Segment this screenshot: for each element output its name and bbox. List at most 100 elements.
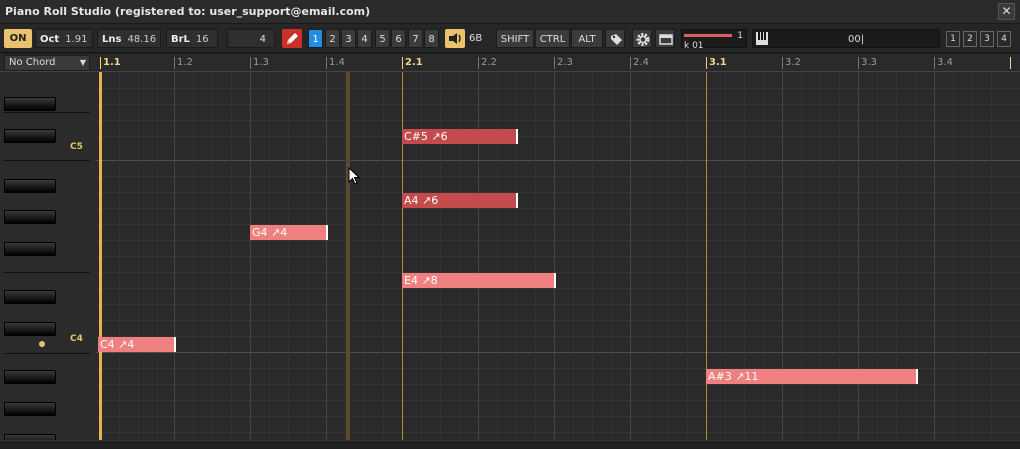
grid-sub-line [231,72,232,440]
piano-black-key[interactable] [4,97,56,111]
layer-button-3[interactable]: 3 [341,29,356,48]
note-g4[interactable]: G4 ↗4 [250,225,328,240]
pencil-tool-button[interactable] [282,29,302,48]
ruler-tick-line [782,57,783,69]
status-strip [0,440,1020,449]
layer-button-5[interactable]: 5 [375,29,390,48]
page-button-2[interactable]: 2 [963,31,977,47]
lines-control[interactable]: Lns 48.16 [97,29,161,48]
page-button-4[interactable]: 4 [997,31,1011,47]
bar-length-control[interactable]: BrL 16 [166,29,218,48]
octave-control[interactable]: Oct 1.91 [35,29,93,48]
grid-sub-line [459,72,460,440]
chord-select[interactable]: No Chord ▼ [4,55,90,71]
grid-row-line [96,88,1020,89]
speaker-button[interactable] [445,29,465,48]
shift-button[interactable]: SHIFT [496,29,534,48]
window-button[interactable] [655,29,675,48]
grid-sub-line [364,72,365,440]
playhead[interactable] [346,72,350,440]
grid-row-line [96,400,1020,401]
grid-sub-line [839,72,840,440]
grid-beat-line [174,72,175,440]
grid-sub-line [307,72,308,440]
grid-row-line [96,120,1020,121]
piano-black-key[interactable] [4,370,56,384]
snap-field[interactable]: 4 [227,29,275,48]
velocity-slider[interactable]: 1 k 01 [681,29,747,51]
note-a-sharp-3[interactable]: A#3 ↗11 [706,369,918,384]
piano-black-key[interactable] [4,129,56,143]
alt-button[interactable]: ALT [571,29,603,48]
grid-beat-line [858,72,859,440]
grid-row-line [96,256,1020,257]
grid-sub-line [801,72,802,440]
piano-black-key[interactable] [4,242,56,256]
piano-black-key[interactable] [4,402,56,416]
grid-sub-line [668,72,669,440]
piano-icon [756,32,768,45]
grid-sub-line [611,72,612,440]
grid-sub-line [592,72,593,440]
key-divider [4,112,90,113]
keyboard-input[interactable]: 00| [752,29,940,48]
grid-beat-line [934,72,935,440]
loop-start-marker[interactable] [99,72,102,440]
timeline-ruler[interactable]: No Chord ▼ 1.1 1.2 1.3 1.4 2.1 2.2 2.3 2… [0,54,1020,72]
close-button[interactable]: ✕ [998,3,1015,20]
grid-sub-line [497,72,498,440]
piano-keyboard[interactable]: C5 C4 [0,72,96,449]
sound-value[interactable]: 6B [469,29,489,48]
grid-beat-line [554,72,555,440]
piano-black-key[interactable] [4,210,56,224]
ruler-tick-line [934,57,935,69]
note-c-sharp-5[interactable]: C#5 ↗6 [402,129,518,144]
page-button-3[interactable]: 3 [980,31,994,47]
ruler-tick-label: 3.2 [785,57,801,68]
key-divider [4,353,90,354]
ruler-tick-line [250,57,251,69]
keyboard-input-value: 00| [848,34,865,45]
piano-black-key[interactable] [4,290,56,304]
bar-length-value: 16 [195,34,209,45]
layer-button-2[interactable]: 2 [325,29,340,48]
layer-button-8[interactable]: 8 [424,29,439,48]
bar-length-label: BrL [171,34,190,45]
chord-select-value: No Chord [9,57,56,68]
layer-button-1[interactable]: 1 [308,29,323,48]
grid-beat-line [250,72,251,440]
ruler-tick-label: 2.4 [633,57,649,68]
grid-sub-line [138,72,139,440]
chevron-down-icon: ▼ [79,58,86,67]
note-a4[interactable]: A4 ↗6 [402,193,518,208]
ruler-tick-line [478,57,479,69]
grid-row-line [96,336,1020,337]
ruler-tick-label: 2.3 [557,57,573,68]
grid-sub-line [915,72,916,440]
grid-row-line [96,288,1020,289]
ctrl-button[interactable]: CTRL [535,29,570,48]
grid-beat-line [782,72,783,440]
page-button-1[interactable]: 1 [946,31,960,47]
note-e4[interactable]: E4 ↗8 [402,273,556,288]
speaker-icon [449,33,461,44]
layer-button-7[interactable]: 7 [408,29,423,48]
key-dot-marker [39,341,45,347]
layer-button-6[interactable]: 6 [391,29,406,48]
ruler-tick-line [100,57,101,69]
piano-roll-grid[interactable]: C#5 ↗6 A4 ↗6 G4 ↗4 E4 ↗8 C4 ↗4 A#3 ↗11 [96,72,1020,440]
ruler-tick-label: 1.2 [177,57,193,68]
grid-sub-line [535,72,536,440]
ruler-tick-label: 3.1 [709,57,727,68]
layer-button-4[interactable]: 4 [357,29,372,48]
piano-black-key[interactable] [4,179,56,193]
tag-button[interactable] [605,29,625,48]
piano-black-key[interactable] [4,322,56,336]
grid-beat-line [326,72,327,440]
note-c4[interactable]: C4 ↗4 [98,337,176,352]
on-toggle[interactable]: ON [4,29,32,48]
lines-label: Lns [102,34,122,45]
settings-button[interactable] [632,29,652,48]
grid-row-line [96,208,1020,209]
grid-sub-line [383,72,384,440]
